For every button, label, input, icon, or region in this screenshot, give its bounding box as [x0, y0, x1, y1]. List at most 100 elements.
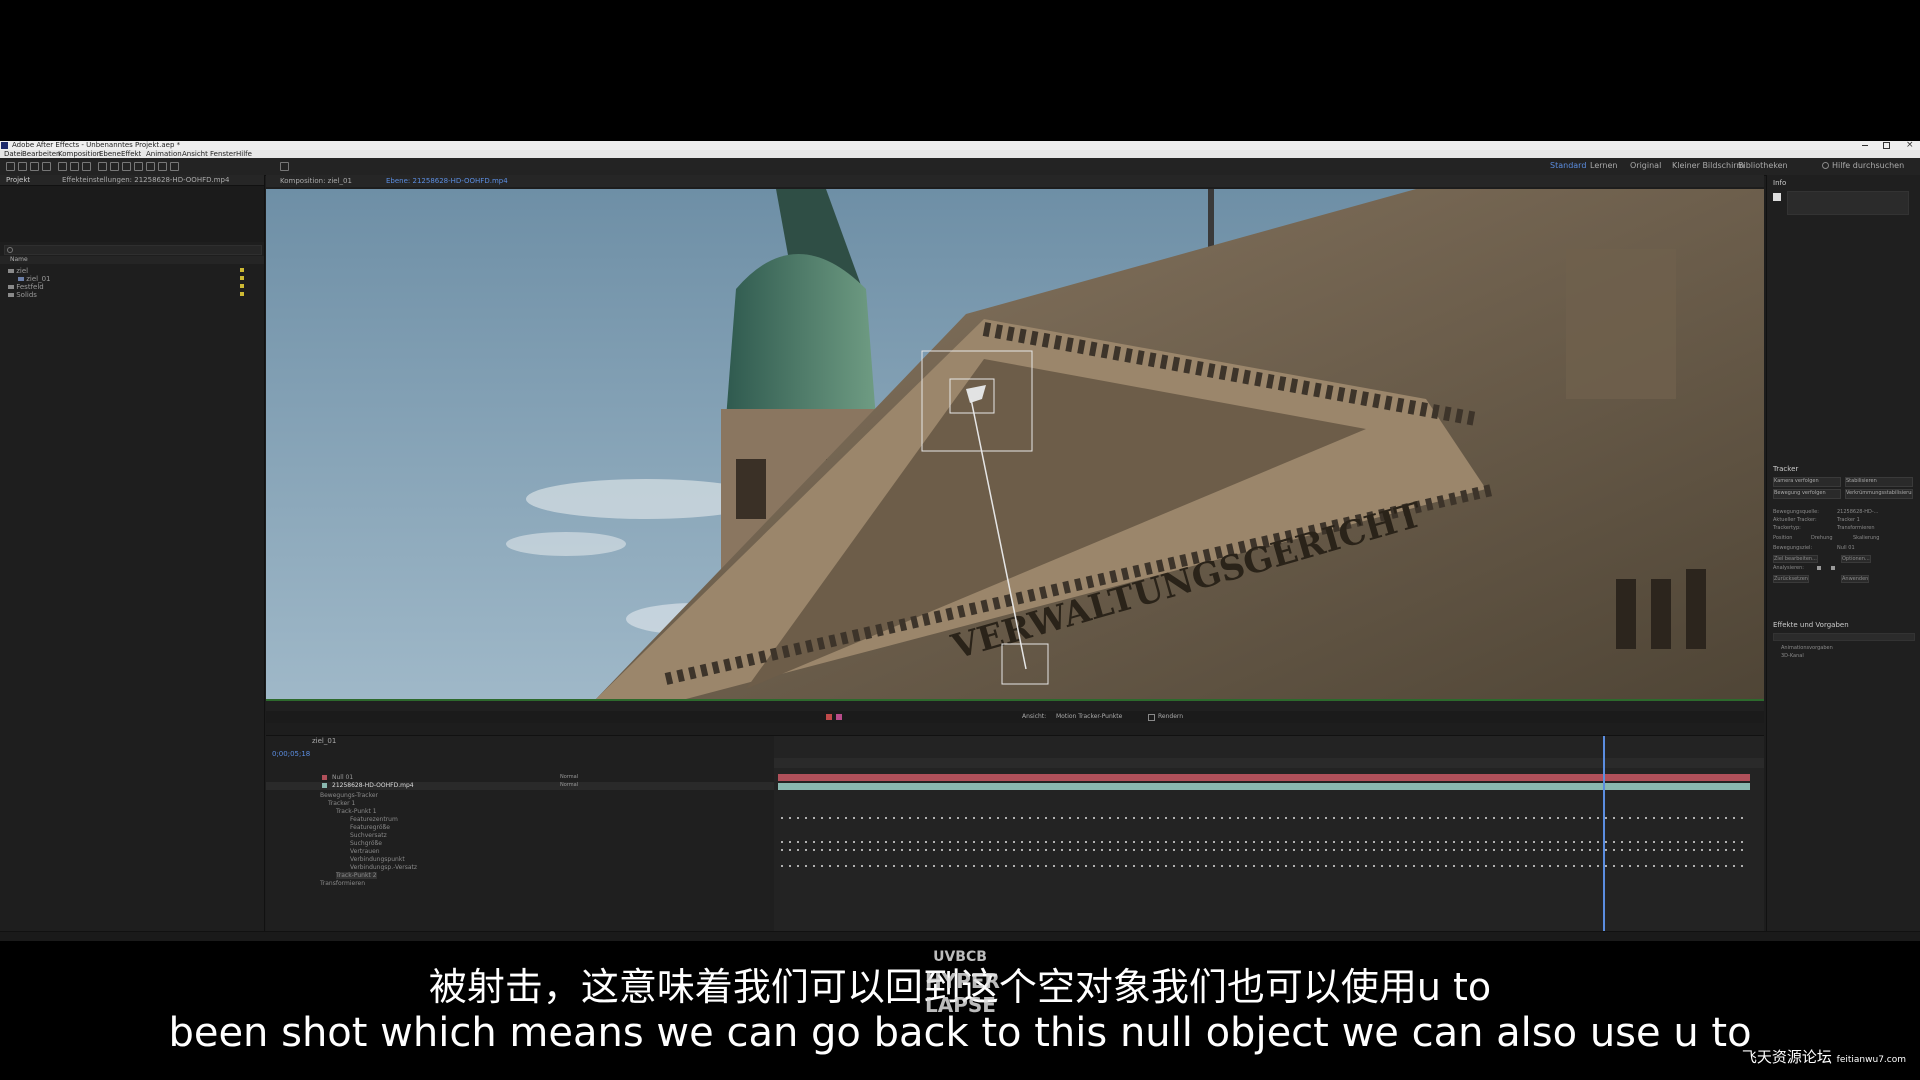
effects-item[interactable]: 3D-Kanal [1781, 653, 1804, 659]
composition-tab-bar: Komposition: ziel_01 Ebene: 21258628-HD-… [266, 175, 1764, 187]
menu-composition[interactable]: Komposition [58, 150, 101, 158]
time-ruler[interactable] [774, 758, 1764, 768]
menu-layer[interactable]: Ebene [99, 150, 121, 158]
apply-button[interactable]: Anwenden [1841, 575, 1870, 583]
label-color-icon[interactable] [240, 276, 244, 280]
project-item[interactable]: ziel [8, 267, 28, 275]
rotation-checkbox[interactable]: Drehung [1811, 535, 1833, 541]
align-icon[interactable] [280, 162, 289, 171]
menu-view[interactable]: Ansicht [182, 150, 208, 158]
warp-stabilizer-button[interactable]: Stabilisieren [1845, 477, 1913, 487]
property-row[interactable]: Featurezentrum [350, 816, 398, 823]
edit-target-button[interactable]: Ziel bearbeiten... [1773, 555, 1818, 563]
minimize-icon[interactable] [1862, 145, 1868, 146]
property-row[interactable]: Suchgröße [350, 840, 382, 847]
zoom-tool-icon[interactable] [42, 162, 51, 171]
clone-tool-icon[interactable] [146, 162, 155, 171]
layer-row[interactable]: Null 01 Normal [266, 774, 774, 782]
property-row[interactable]: Verbindungspunkt [350, 856, 405, 863]
project-search-input[interactable] [4, 245, 262, 255]
property-row[interactable]: Featuregröße [350, 824, 390, 831]
camera-tool-icon[interactable] [70, 162, 79, 171]
layer-row[interactable]: 21258628-HD-OOHFD.mp4 Normal [266, 782, 774, 790]
menu-edit[interactable]: Bearbeiten [22, 150, 60, 158]
project-item[interactable]: Festfeld [8, 283, 44, 291]
hand-tool-icon[interactable] [30, 162, 39, 171]
property-row[interactable]: Tracker 1 [328, 800, 355, 807]
puppet-tool-icon[interactable] [170, 162, 179, 171]
view-red-channel-icon[interactable] [826, 714, 832, 720]
workspace-libraries[interactable]: Bibliotheken [1738, 161, 1788, 170]
text-tool-icon[interactable] [122, 162, 131, 171]
effects-item[interactable]: Animationsvorgaben [1781, 645, 1833, 651]
analyze-forward-icon[interactable] [1831, 566, 1835, 570]
info-panel-title[interactable]: Info [1773, 179, 1786, 187]
timeline-graph[interactable] [774, 736, 1764, 932]
track-type-dropdown[interactable]: Transformieren [1837, 525, 1875, 531]
tab-composition[interactable]: Komposition: ziel_01 [280, 177, 352, 185]
stabilize-motion-button[interactable]: Verkrümmungsstabilisierung [1845, 489, 1913, 499]
property-row[interactable]: Track-Punkt 2 [336, 872, 377, 879]
search-icon [7, 247, 13, 253]
property-row[interactable]: Vertrauen [350, 848, 380, 855]
viewer-controls: Ansicht: Motion Tracker-Punkte Rendern [266, 711, 1764, 723]
search-help-icon[interactable] [1822, 162, 1829, 169]
view-color-icon[interactable] [836, 714, 842, 720]
menu-animation[interactable]: Animation [146, 150, 182, 158]
view-dropdown[interactable]: Motion Tracker-Punkte [1056, 713, 1122, 720]
property-row[interactable]: Transformieren [320, 880, 365, 887]
label-color-icon[interactable] [240, 284, 244, 288]
label-color-icon[interactable] [240, 292, 244, 296]
timecode-display[interactable]: 0;00;05;18 [272, 750, 310, 758]
property-row[interactable]: Track-Punkt 1 [336, 808, 377, 815]
menu-file[interactable]: Datei [4, 150, 23, 158]
eraser-tool-icon[interactable] [158, 162, 167, 171]
property-row[interactable]: Suchversatz [350, 832, 387, 839]
timeline-tab[interactable]: ziel_01 [312, 737, 336, 745]
reset-button[interactable]: Zurücksetzen [1773, 575, 1809, 583]
effects-search-input[interactable] [1773, 633, 1915, 641]
label-color-icon[interactable] [240, 268, 244, 272]
composition-viewer[interactable]: VERWALTUNGSGERICHT [266, 189, 1764, 699]
scale-checkbox[interactable]: Skalierung [1853, 535, 1879, 541]
current-track-dropdown[interactable]: Tracker 1 [1837, 517, 1860, 523]
menu-effect[interactable]: Effekt [121, 150, 141, 158]
pen-tool-icon[interactable] [110, 162, 119, 171]
project-tab[interactable]: Projekt [6, 176, 30, 184]
workspace-original[interactable]: Original [1630, 161, 1661, 170]
render-checkbox[interactable] [1148, 714, 1155, 721]
close-icon[interactable]: × [1906, 140, 1914, 150]
motion-source-dropdown[interactable]: 21258628-HD-... [1837, 509, 1878, 515]
maximize-icon[interactable] [1883, 142, 1890, 149]
position-checkbox[interactable]: Position [1773, 535, 1792, 541]
workspace-standard[interactable]: Standard [1550, 161, 1586, 170]
watermark-forum: 飞天资源论坛 feitianwu7.com [1741, 1048, 1906, 1066]
column-name[interactable]: Name [10, 256, 28, 263]
selection-tool-icon[interactable] [18, 162, 27, 171]
blend-mode-dropdown[interactable]: Normal [560, 774, 578, 780]
tracker-panel-title[interactable]: Tracker [1773, 465, 1798, 473]
pan-behind-tool-icon[interactable] [82, 162, 91, 171]
menu-help[interactable]: Hilfe [236, 150, 252, 158]
tab-layer[interactable]: Ebene: 21258628-HD-OOHFD.mp4 [386, 177, 508, 185]
workspace-learn[interactable]: Lernen [1590, 161, 1617, 170]
workspace-small-screen[interactable]: Kleiner Bildschirm [1672, 161, 1744, 170]
rotate-tool-icon[interactable] [58, 162, 67, 171]
home-icon[interactable] [6, 162, 15, 171]
rectangle-tool-icon[interactable] [98, 162, 107, 171]
property-row[interactable]: Bewegungs-Tracker [320, 792, 378, 799]
current-time-indicator[interactable] [1603, 736, 1605, 932]
options-button[interactable]: Optionen... [1841, 555, 1871, 563]
menu-window[interactable]: Fenster [210, 150, 236, 158]
effects-presets-title[interactable]: Effekte und Vorgaben [1773, 621, 1849, 629]
track-motion-button[interactable]: Bewegung verfolgen [1773, 489, 1841, 499]
help-search-field[interactable]: Hilfe durchsuchen [1832, 161, 1904, 170]
effect-controls-tab[interactable]: Effekteinstellungen: 21258628-HD-OOHFD.m… [62, 176, 229, 184]
project-item[interactable]: ziel_01 [18, 275, 51, 283]
blend-mode-dropdown[interactable]: Normal [560, 782, 578, 788]
track-camera-button[interactable]: Kamera verfolgen [1773, 477, 1841, 487]
analyze-backward-icon[interactable] [1817, 566, 1821, 570]
brush-tool-icon[interactable] [134, 162, 143, 171]
project-item[interactable]: Solids [8, 291, 37, 299]
property-row[interactable]: Verbindungsp.-Versatz [350, 864, 417, 871]
